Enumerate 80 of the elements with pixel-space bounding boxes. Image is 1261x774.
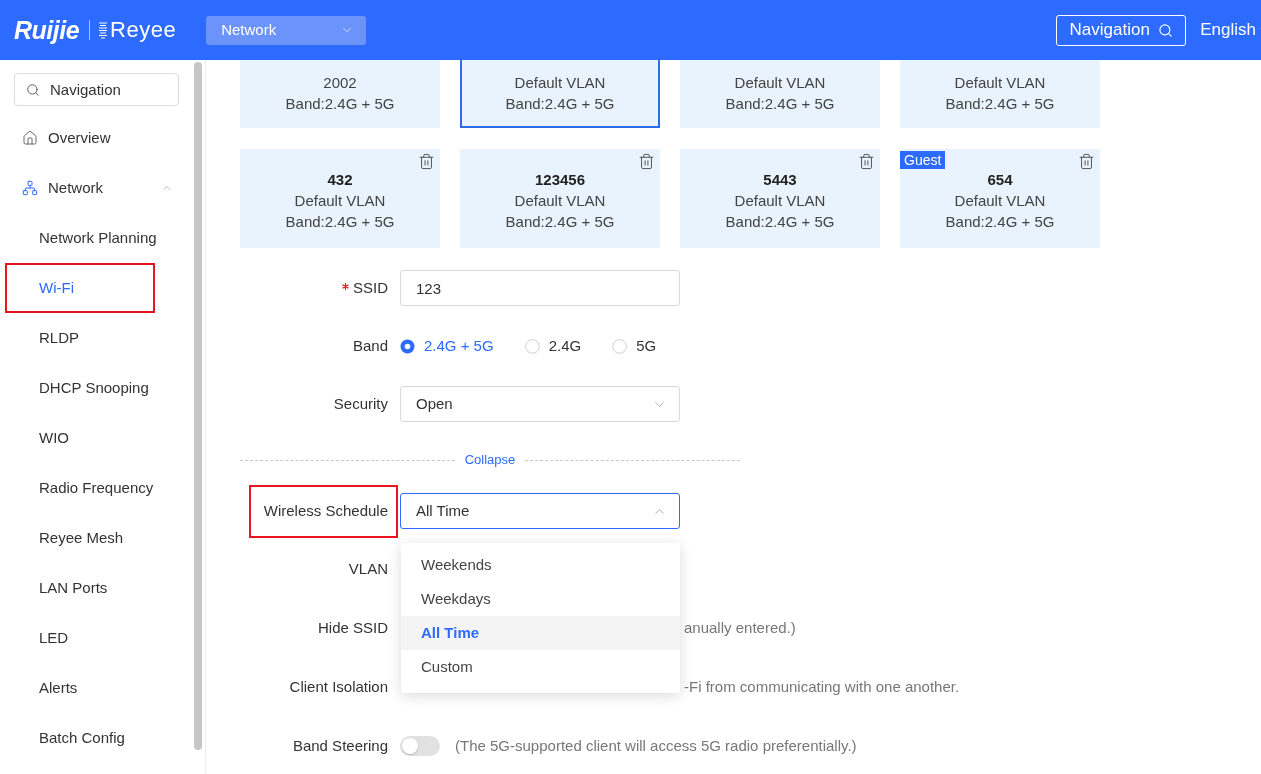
- select-field[interactable]: All Time: [400, 493, 680, 529]
- trash-icon[interactable]: [858, 153, 875, 170]
- sidebar-subitem[interactable]: Reyee Mesh: [5, 513, 155, 563]
- logo-mark-icon: [98, 21, 109, 39]
- ssid-card[interactable]: 432 Default VLAN Band:2.4G + 5G: [240, 149, 440, 248]
- field-label: Wireless Schedule: [263, 500, 388, 521]
- dropdown-option[interactable]: Weekdays: [401, 582, 680, 616]
- trash-icon[interactable]: [638, 153, 655, 170]
- field-label: Band Steering: [292, 735, 388, 756]
- sidebar-item[interactable]: Overview: [0, 113, 193, 163]
- vlan-label: Default VLAN: [954, 191, 1046, 211]
- scrollbar-thumb[interactable]: [194, 62, 202, 750]
- vlan-label: Default VLAN: [734, 191, 826, 211]
- search-field[interactable]: Navigation: [14, 73, 179, 106]
- field-hint: (The 5G-supported client will access 5G radio preferentially.): [455, 735, 857, 756]
- language-menu[interactable]: English: [1200, 17, 1261, 43]
- search-icon: [26, 83, 40, 97]
- ssid-card[interactable]: 5443 Default VLAN Band:2.4G + 5G: [680, 149, 880, 248]
- dropdown-option[interactable]: Weekends: [401, 548, 680, 582]
- dropdown-option[interactable]: Custom: [401, 650, 680, 684]
- card-title: 654: [987, 170, 1013, 190]
- sidebar-subitem[interactable]: Alerts: [5, 663, 155, 713]
- ssid-card[interactable]: Default VLAN Band:2.4G + 5G: [900, 60, 1100, 128]
- vlan-label: Default VLAN: [294, 191, 386, 211]
- field-hint: -Fi from communicating with one another.: [684, 676, 960, 697]
- sidebar-item-label: Network: [48, 177, 104, 198]
- radio-option[interactable]: 2.4G + 5G: [400, 334, 494, 358]
- band-label: Band:2.4G + 5G: [285, 94, 395, 114]
- radio-option[interactable]: 5G: [612, 334, 657, 358]
- vlan-label: Default VLAN: [514, 73, 606, 93]
- card-title: 123456: [534, 170, 586, 190]
- search-icon: [1157, 22, 1173, 38]
- select-field[interactable]: Open: [400, 386, 680, 422]
- sidebar-subitem[interactable]: DHCP Snooping: [5, 363, 155, 413]
- sidebar-subitem[interactable]: Wi-Fi: [5, 263, 155, 313]
- sidebar-item-label: Overview: [48, 127, 112, 148]
- field-label: Band: [352, 335, 388, 356]
- ssid-input[interactable]: 123: [400, 270, 680, 306]
- trash-icon[interactable]: [1078, 153, 1095, 170]
- toggle-switch[interactable]: [400, 736, 440, 756]
- vlan-label: Default VLAN: [734, 73, 826, 93]
- field-label: Hide SSID: [317, 617, 388, 638]
- band-label: Band:2.4G + 5G: [505, 94, 615, 114]
- sidebar-item[interactable]: Network: [0, 163, 193, 213]
- dropdown-option[interactable]: All Time: [401, 616, 680, 650]
- band-label: Band:2.4G + 5G: [945, 94, 1055, 114]
- band-label: Band:2.4G + 5G: [725, 94, 835, 114]
- sidebar-subitem[interactable]: Radio Frequency: [5, 463, 158, 513]
- vlan-label: Default VLAN: [954, 73, 1046, 93]
- brand-logo: Ruijie: [14, 17, 80, 43]
- field-label: SSID: [353, 277, 388, 298]
- ssid-card[interactable]: 2002 Band:2.4G + 5G: [240, 60, 440, 128]
- sidebar-subitem[interactable]: Batch Config: [5, 713, 155, 763]
- card-title: 432: [327, 170, 353, 190]
- band-label: Band:2.4G + 5G: [285, 212, 395, 232]
- band-label: Band:2.4G + 5G: [945, 212, 1055, 232]
- field-label: VLAN: [348, 558, 388, 579]
- vlan-label: Default VLAN: [514, 191, 606, 211]
- trash-icon[interactable]: [418, 153, 435, 170]
- band-label: Band:2.4G + 5G: [505, 212, 615, 232]
- sidebar-subitem[interactable]: RLDP: [5, 313, 155, 363]
- field-hint: anually entered.): [684, 617, 796, 638]
- guest-badge: Guest: [900, 151, 946, 169]
- ssid-card[interactable]: Default VLAN Band:2.4G + 5G: [460, 60, 660, 128]
- ssid-card[interactable]: Default VLAN Band:2.4G + 5G: [680, 60, 880, 128]
- product-logo: Reyee: [110, 19, 177, 41]
- collapse-link[interactable]: Collapse: [454, 450, 526, 470]
- sidebar-subitem[interactable]: LAN Ports: [5, 563, 155, 613]
- ssid-card[interactable]: Guest 654 Default VLAN Band:2.4G + 5G: [900, 149, 1100, 248]
- vlan-label: 2002: [323, 73, 357, 93]
- band-label: Band:2.4G + 5G: [725, 212, 835, 232]
- radio-option[interactable]: 2.4G: [524, 334, 582, 358]
- field-label: Security: [333, 393, 388, 414]
- sidebar-subitem[interactable]: Network Planning: [5, 213, 161, 263]
- sidebar-subitem[interactable]: LED: [5, 613, 155, 663]
- navigation-button[interactable]: Navigation: [1056, 14, 1187, 46]
- sidebar-subitem[interactable]: WIO: [5, 413, 155, 463]
- card-title: 5443: [763, 170, 797, 190]
- field-label: Client Isolation: [289, 676, 388, 697]
- ssid-card[interactable]: 123456 Default VLAN Band:2.4G + 5G: [460, 149, 660, 248]
